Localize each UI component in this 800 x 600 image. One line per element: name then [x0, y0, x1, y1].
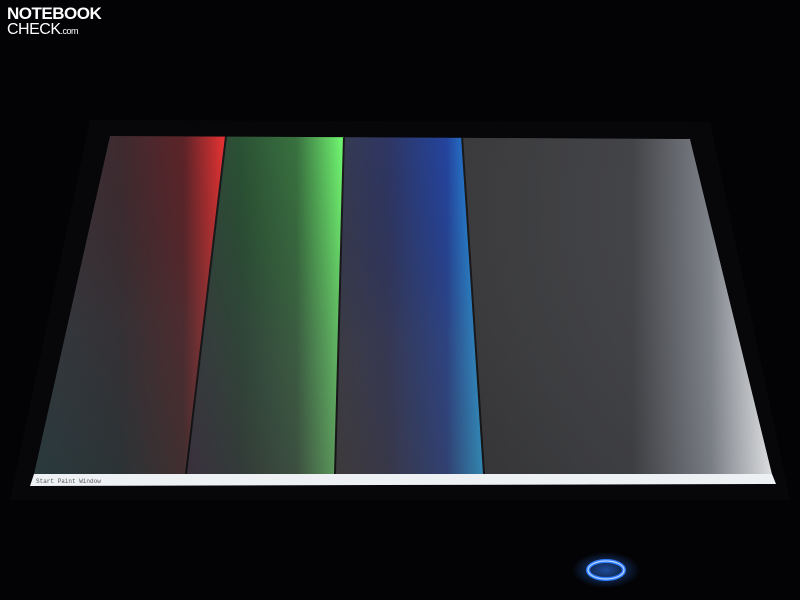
logo-line-2: CHECK.com: [7, 21, 101, 39]
taskbar-text: Start Paint Window: [36, 478, 101, 485]
photo-stage: Start Paint Window NOTEBOOK CHECK.com: [0, 0, 800, 600]
taskbar-strip: [30, 474, 776, 486]
monitor-photo: Start Paint Window: [0, 0, 800, 600]
logo-domain: .com: [60, 26, 79, 37]
notebookcheck-logo: NOTEBOOK CHECK.com: [7, 4, 102, 39]
power-glow: [572, 552, 640, 588]
logo-line-2-text: CHECK: [7, 21, 61, 39]
logo-line-1: NOTEBOOK: [7, 4, 102, 23]
